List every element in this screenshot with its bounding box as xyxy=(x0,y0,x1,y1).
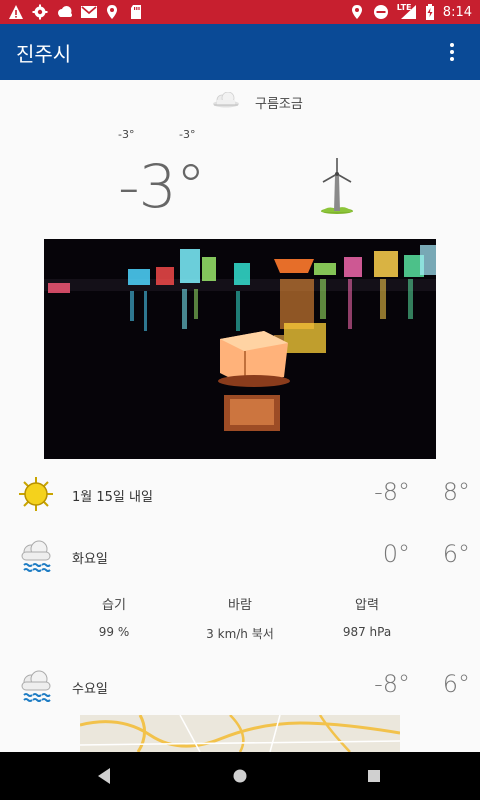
rain-cloud-icon xyxy=(18,538,54,578)
forecast-row[interactable]: 수요일 -8° 6° xyxy=(0,664,480,708)
pressure-value: 987 hPa xyxy=(342,625,392,639)
day-low-temp: -8° xyxy=(374,670,410,698)
sd-card-icon xyxy=(128,4,144,20)
cloud-icon xyxy=(56,4,72,20)
forecast-row[interactable]: 1월 15일 내일 -8° 8° xyxy=(0,472,480,516)
more-vert-icon[interactable] xyxy=(440,40,464,64)
city-title: 진주시 xyxy=(16,41,72,66)
wind-value: 3 km/h 북서 xyxy=(206,627,274,641)
day-label: 수요일 xyxy=(72,682,108,697)
do-not-disturb-icon xyxy=(373,4,389,20)
current-temperature: -3° xyxy=(118,152,206,222)
today-high: -3° xyxy=(179,128,196,141)
weather-content[interactable]: 구름조금 -3° -3° -3° 1월 15일 내일 -8° 8° 화요일 0°… xyxy=(0,80,480,752)
sun-icon xyxy=(18,476,54,516)
settings-icon xyxy=(32,4,48,20)
day-low-temp: 0° xyxy=(382,540,410,568)
nav-bar xyxy=(0,752,480,800)
location-icon xyxy=(104,4,120,20)
wind-label: 바람 xyxy=(228,598,252,613)
humidity-label: 습기 xyxy=(102,598,126,613)
cloud-icon xyxy=(211,91,241,112)
day-high-temp: 6° xyxy=(442,670,470,698)
map-preview[interactable] xyxy=(80,715,400,752)
city-photo xyxy=(44,239,436,459)
forecast-row[interactable]: 화요일 0° 6° xyxy=(0,534,480,578)
current-condition: 구름조금 xyxy=(211,91,303,112)
status-bar: LTE 8:14 xyxy=(0,0,480,24)
day-label: 1월 15일 내일 xyxy=(72,490,153,505)
wind-turbine-icon xyxy=(316,156,358,220)
warning-icon xyxy=(8,4,24,20)
back-icon[interactable] xyxy=(96,766,114,790)
location-icon xyxy=(349,4,365,20)
recents-icon[interactable] xyxy=(367,766,381,790)
wind-detail: 바람 3 km/h 북서 xyxy=(180,594,300,642)
app-bar: 진주시 xyxy=(0,24,480,80)
day-low-temp: -8° xyxy=(374,478,410,506)
lte-label: LTE xyxy=(396,3,412,12)
today-low: -3° xyxy=(118,128,135,141)
day-label: 화요일 xyxy=(72,552,108,567)
humidity-value: 99 % xyxy=(98,625,130,639)
day-high-temp: 8° xyxy=(442,478,470,506)
gmail-icon xyxy=(80,4,97,20)
lte-signal-icon: LTE xyxy=(396,3,417,20)
day-high-temp: 6° xyxy=(442,540,470,568)
home-icon[interactable] xyxy=(232,766,248,790)
condition-label: 구름조금 xyxy=(255,96,303,112)
pressure-label: 압력 xyxy=(355,598,379,613)
status-time: 8:14 xyxy=(442,4,472,20)
rain-cloud-icon xyxy=(18,668,54,708)
pressure-detail: 압력 987 hPa xyxy=(307,594,427,639)
battery-icon xyxy=(425,4,435,20)
humidity-detail: 습기 99 % xyxy=(54,594,174,639)
